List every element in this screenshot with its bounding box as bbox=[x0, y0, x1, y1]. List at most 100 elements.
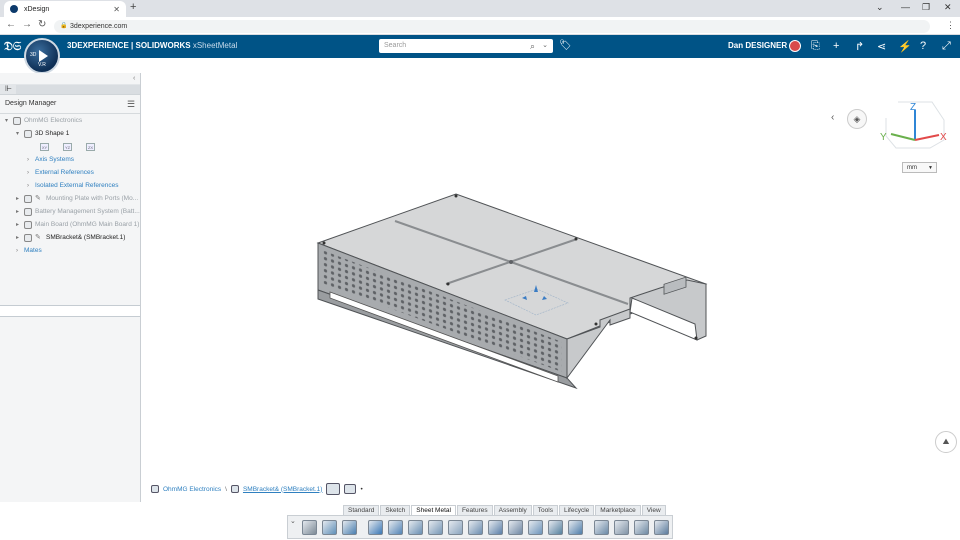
expand-arrow-icon[interactable]: ▾ bbox=[5, 115, 13, 127]
action-bar: ⌄ bbox=[287, 515, 673, 539]
tree-item-ohmmg-electronics[interactable]: ▾ OhmMG Electronics bbox=[5, 115, 82, 127]
assembly-icon bbox=[151, 485, 159, 493]
component-icon bbox=[24, 234, 32, 242]
render-mode-icon[interactable]: ◈ bbox=[847, 109, 867, 129]
plane-zx-icon[interactable]: ZX bbox=[86, 143, 95, 151]
component-icon bbox=[24, 208, 32, 216]
part-icon bbox=[24, 130, 32, 138]
insert-bends-icon[interactable] bbox=[654, 520, 669, 535]
tree-item-main-board[interactable]: ▸ Main Board (OhmMG Main Board 1) bbox=[16, 219, 139, 231]
cut-icon[interactable] bbox=[614, 520, 629, 535]
expand-arrow-icon[interactable]: ▾ bbox=[16, 128, 24, 140]
tab-icon[interactable] bbox=[428, 520, 443, 535]
expand-arrow-icon[interactable]: ▸ bbox=[16, 232, 24, 244]
collapse-panel-icon[interactable]: ‹ bbox=[133, 75, 135, 82]
tree-item-label: 3D Shape 1 bbox=[35, 130, 70, 137]
plane-xy-icon[interactable]: XY bbox=[40, 143, 49, 151]
design-manager-panel: ‹ ⊩ Design Manager ☰ ▾ OhmMG Electronics… bbox=[0, 73, 141, 502]
more-icon[interactable]: • bbox=[360, 486, 362, 493]
component-icon bbox=[24, 195, 32, 203]
move-icon[interactable] bbox=[322, 520, 337, 535]
tree-item-mounting-plate[interactable]: ▸ ✎ Mounting Plate with Ports (Mo... bbox=[16, 193, 138, 205]
side-panel-toggle-icon[interactable]: ⛰ bbox=[935, 431, 957, 453]
tab-assembly[interactable]: Assembly bbox=[493, 505, 532, 515]
lofted-bend-icon[interactable] bbox=[528, 520, 543, 535]
context-tools-icon[interactable] bbox=[326, 483, 341, 495]
flatten-icon[interactable] bbox=[594, 520, 609, 535]
sheet-metal-bracket-model[interactable] bbox=[0, 0, 960, 540]
expand-arrow-icon[interactable]: ▸ bbox=[16, 219, 24, 231]
tab-features[interactable]: Features bbox=[456, 505, 493, 515]
unit-select[interactable]: mm ▼ bbox=[902, 162, 937, 173]
tree-item-mates[interactable]: › Mates bbox=[16, 245, 42, 257]
panel-filter-field[interactable] bbox=[16, 85, 140, 94]
base-flange-icon[interactable] bbox=[368, 520, 383, 535]
tree-item-label: External References bbox=[35, 169, 94, 176]
expand-arrow-icon[interactable]: ▸ bbox=[16, 193, 24, 205]
tree-item-battery-management[interactable]: ▸ Battery Management System (Batt... bbox=[16, 206, 140, 218]
closed-corner-icon[interactable] bbox=[508, 520, 523, 535]
breadcrumb-separator: \ bbox=[225, 485, 227, 493]
context-options-icon[interactable] bbox=[344, 484, 357, 494]
tree-item-label: Isolated External References bbox=[35, 182, 119, 189]
chevron-right-icon[interactable]: › bbox=[27, 180, 35, 192]
breadcrumb-current[interactable]: SMBracket& (SMBracket.1) bbox=[243, 486, 322, 493]
component-icon bbox=[230, 485, 239, 493]
sketched-bend-icon[interactable] bbox=[488, 520, 503, 535]
fold-icon[interactable] bbox=[568, 520, 583, 535]
dropdown-arrow-icon: ▼ bbox=[928, 165, 933, 171]
unfold-icon[interactable] bbox=[548, 520, 563, 535]
component-icon bbox=[24, 221, 32, 229]
tree-item-label: Axis Systems bbox=[35, 156, 75, 163]
tree-item-3d-shape[interactable]: ▾ 3D Shape 1 bbox=[16, 128, 69, 140]
edge-flange-icon[interactable] bbox=[388, 520, 403, 535]
chevron-right-icon[interactable]: › bbox=[27, 167, 35, 179]
breadcrumb-root[interactable]: OhmMG Electronics bbox=[163, 486, 221, 493]
tree-view-icon[interactable]: ⊩ bbox=[5, 84, 12, 93]
tab-view[interactable]: View bbox=[641, 505, 666, 515]
flange-icon[interactable] bbox=[342, 520, 357, 535]
panel-toolbar: ⊩ bbox=[0, 84, 140, 95]
tab-sheet-metal[interactable]: Sheet Metal bbox=[411, 505, 456, 515]
unit-value: mm bbox=[907, 165, 917, 171]
forming-icon[interactable] bbox=[634, 520, 649, 535]
miter-icon[interactable] bbox=[448, 520, 463, 535]
x-axis-label: X bbox=[940, 132, 947, 143]
hamburger-menu-icon[interactable]: ☰ bbox=[127, 99, 135, 110]
selected-row-highlight bbox=[0, 305, 140, 317]
hem-icon[interactable] bbox=[408, 520, 423, 535]
reference-planes: XY YZ ZX bbox=[40, 143, 95, 151]
breadcrumb: OhmMG Electronics \ SMBracket& (SMBracke… bbox=[151, 483, 363, 495]
tree-item-label: Mounting Plate with Ports (Mo... bbox=[46, 195, 139, 202]
tab-tools[interactable]: Tools bbox=[532, 505, 558, 515]
tree-item-label: OhmMG Electronics bbox=[24, 117, 83, 124]
expand-arrow-icon[interactable]: ▸ bbox=[16, 206, 24, 218]
y-axis-label: Y bbox=[880, 132, 887, 143]
plane-yz-icon[interactable]: YZ bbox=[63, 143, 72, 151]
tree-item-external-references[interactable]: › External References bbox=[27, 167, 94, 179]
panel-title: Design Manager bbox=[5, 100, 57, 107]
view-orientation-triad[interactable]: Z Y X bbox=[878, 96, 952, 152]
chevron-right-icon[interactable]: › bbox=[27, 154, 35, 166]
properties-icon[interactable] bbox=[302, 520, 317, 535]
action-bar-tabs: Standard Sketch Sheet Metal Features Ass… bbox=[343, 505, 667, 515]
edit-pencil-icon: ✎ bbox=[35, 195, 41, 202]
z-axis-label: Z bbox=[910, 102, 916, 113]
chevron-right-icon[interactable]: › bbox=[16, 245, 24, 257]
tab-lifecycle[interactable]: Lifecycle bbox=[558, 505, 595, 515]
tree-item-axis-systems[interactable]: › Axis Systems bbox=[27, 154, 74, 166]
edit-pencil-icon: ✎ bbox=[35, 234, 41, 241]
tree-item-label: SMBracket& (SMBracket.1) bbox=[46, 234, 126, 241]
tab-standard[interactable]: Standard bbox=[343, 505, 380, 515]
expand-toolbar-icon[interactable]: ⌄ bbox=[290, 517, 296, 525]
assembly-icon bbox=[13, 117, 21, 125]
tab-sketch[interactable]: Sketch bbox=[380, 505, 411, 515]
tree-item-smbracket[interactable]: ▸ ✎ SMBracket& (SMBracket.1) bbox=[16, 232, 125, 244]
chevron-left-icon[interactable]: ‹ bbox=[831, 112, 834, 123]
tree-item-label: Mates bbox=[24, 247, 42, 254]
tree-item-label: Main Board (OhmMG Main Board 1) bbox=[35, 221, 140, 228]
tree-item-label: Battery Management System (Batt... bbox=[35, 208, 140, 215]
tree-item-isolated-external-references[interactable]: › Isolated External References bbox=[27, 180, 118, 192]
tab-marketplace[interactable]: Marketplace bbox=[595, 505, 641, 515]
jog-icon[interactable] bbox=[468, 520, 483, 535]
